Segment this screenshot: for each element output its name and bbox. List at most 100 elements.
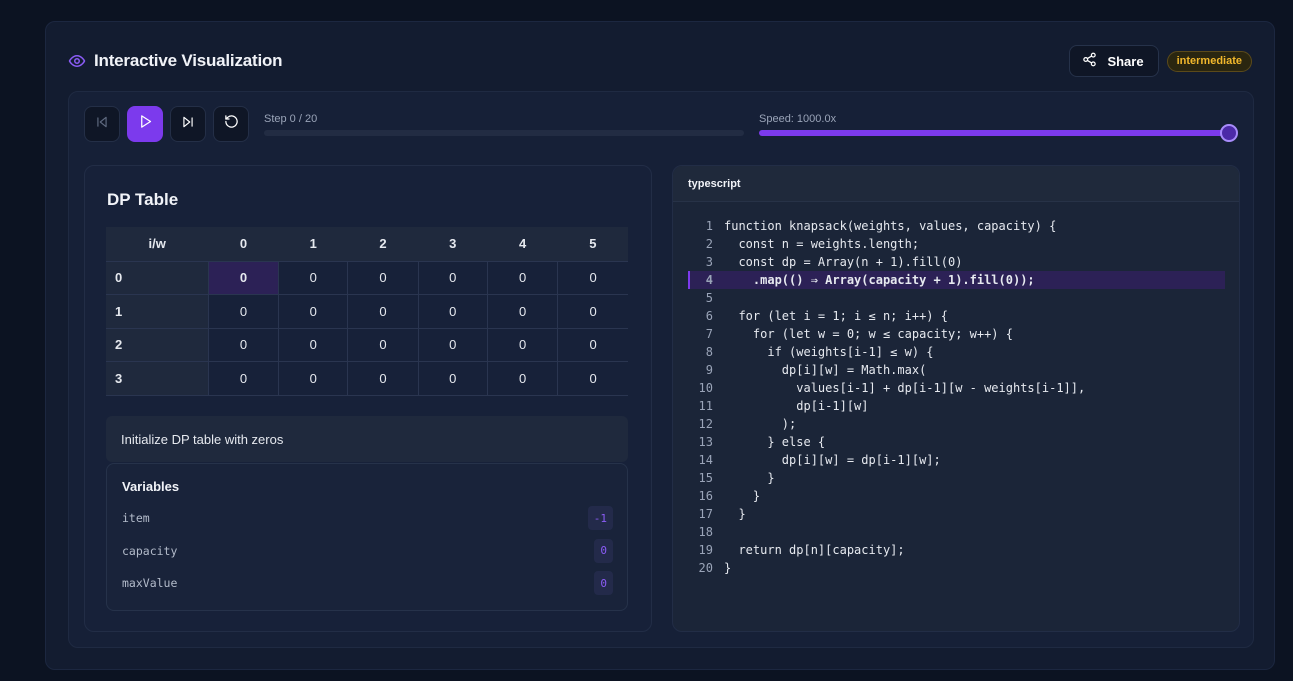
variable-row: capacity 0 (122, 538, 613, 563)
dp-cell: 0 (557, 261, 628, 295)
dp-table-panel: DP Table i/w 0 1 2 3 4 5 000000010000002000000… (84, 165, 652, 632)
code-text: values[i-1] + dp[i-1][w - weights[i-1]], (724, 381, 1086, 395)
dp-cell: 0 (347, 361, 419, 396)
code-text: function knapsack(weights, values, capac… (724, 219, 1057, 233)
line-number: 11 (698, 399, 713, 413)
code-line: 9 dp[i][w] = Math.max( (688, 361, 1225, 379)
dp-row: 3000000 (106, 361, 628, 396)
skip-forward-icon (181, 115, 195, 134)
code-line: 16 } (688, 487, 1225, 505)
dp-cell: 0 (417, 294, 488, 329)
dp-column-header: 4 (487, 227, 558, 262)
variable-value: 0 (594, 571, 613, 595)
code-line: 17 } (688, 505, 1225, 523)
step-forward-button[interactable] (170, 106, 206, 142)
dp-cell: 0 (278, 261, 348, 295)
line-number: 20 (698, 561, 713, 575)
line-number: 2 (705, 237, 713, 251)
variable-name: capacity (122, 543, 178, 558)
line-number: 3 (705, 255, 713, 269)
skip-back-icon (95, 115, 109, 134)
code-line: 12 ); (688, 415, 1225, 433)
code-text: for (let w = 0; w ≤ capacity; w++) { (724, 327, 1013, 341)
code-text: } else { (724, 435, 826, 449)
code-panel: typescript 1 function knapsack(weights, v… (672, 165, 1240, 632)
dp-table: i/w 0 1 2 3 4 5 0000000100000020000003000000 (106, 227, 628, 396)
code-text: if (weights[i-1] ≤ w) { (724, 345, 934, 359)
step-progress-bar[interactable] (264, 130, 744, 136)
dp-row: 2000000 (106, 328, 628, 362)
line-number: 13 (698, 435, 713, 449)
variables-title: Variables (122, 479, 180, 494)
variable-value: 0 (594, 538, 613, 563)
speed-slider-handle[interactable] (1220, 124, 1238, 142)
code-text: dp[i-1][w] (724, 399, 869, 413)
dp-corner-header: i/w (106, 227, 209, 262)
dp-cell: 0 (486, 294, 558, 329)
dp-row-header: 1 (106, 294, 209, 329)
dp-cell: 0 (486, 328, 558, 362)
code-line: 10 values[i-1] + dp[i-1][w - weights[i-1… (688, 379, 1225, 397)
dp-column-header: 2 (347, 227, 419, 262)
reset-button[interactable] (213, 106, 249, 142)
step-counter: Step 0 / 20 (264, 113, 318, 125)
dp-row: 0000000 (106, 261, 628, 295)
dp-row-header: 2 (106, 328, 209, 362)
share-label: Share (1107, 53, 1144, 69)
step-description: Initialize DP table with zeros (106, 416, 628, 462)
code-line: 2 const n = weights.length; (688, 235, 1225, 253)
dp-cell: 0 (557, 294, 628, 329)
code-line: 14 dp[i][w] = dp[i-1][w]; (688, 451, 1225, 469)
difficulty-badge: intermediate (1166, 50, 1252, 72)
variable-name: maxValue (122, 576, 178, 590)
dp-cell: 0 (486, 261, 558, 295)
dp-cell: 0 (207, 294, 279, 329)
speed-slider-track[interactable] (759, 130, 1231, 136)
dp-cell: 0 (278, 294, 348, 329)
code-text: return dp[n][capacity]; (724, 543, 905, 557)
line-number: 6 (705, 309, 713, 323)
step-back-button[interactable] (84, 106, 120, 142)
dp-cell: 0 (417, 328, 488, 362)
code-line: 18 (688, 523, 1225, 541)
dp-table-title: DP Table (107, 190, 179, 209)
variable-value: -1 (587, 506, 613, 530)
code-line: 13 } else { (688, 433, 1225, 451)
dp-cell: 0 (417, 261, 488, 295)
code-line: 8 if (weights[i-1] ≤ w) { (688, 343, 1225, 361)
line-number: 8 (705, 345, 713, 359)
dp-cell: 0 (207, 328, 279, 362)
dp-cell: 0 (417, 361, 488, 396)
card-header: Interactive Visualization Share intermed… (68, 45, 1252, 77)
share-button[interactable]: Share (1069, 45, 1159, 77)
dp-cell: 0 (557, 328, 628, 362)
line-number: 4 (705, 273, 713, 287)
code-line: 19 return dp[n][capacity]; (688, 541, 1225, 559)
play-icon (138, 114, 153, 134)
dp-row-header: 0 (106, 261, 209, 295)
code-text: } (724, 489, 761, 503)
line-number: 15 (698, 471, 713, 485)
play-button[interactable] (127, 106, 163, 142)
line-number: 12 (698, 417, 713, 431)
dp-cell: 0 (347, 328, 419, 362)
line-number: 10 (698, 381, 713, 395)
reset-icon (224, 114, 239, 134)
dp-cell: 0 (557, 361, 628, 396)
dp-cell: 0 (278, 361, 348, 396)
code-text: } (724, 561, 732, 575)
eye-icon (68, 52, 86, 70)
variables-panel: Variables item -1 capacity 0 maxValue 0 (106, 463, 628, 611)
line-number: 5 (705, 291, 713, 305)
dp-row-header: 3 (106, 361, 209, 396)
code-line: 4 .map(() ⇒ Array(capacity + 1).fill(0))… (688, 271, 1225, 289)
code-text: for (let i = 1; i ≤ n; i++) { (724, 309, 948, 323)
dp-row: 1000000 (106, 294, 628, 329)
variable-row: item -1 (122, 506, 613, 530)
line-number: 18 (698, 525, 713, 539)
code-language: typescript (673, 166, 1239, 202)
dp-column-header: 5 (557, 227, 628, 262)
code-text: ); (724, 417, 797, 431)
code-block: 1 function knapsack(weights, values, capa… (688, 217, 1225, 577)
code-text: } (724, 471, 775, 485)
